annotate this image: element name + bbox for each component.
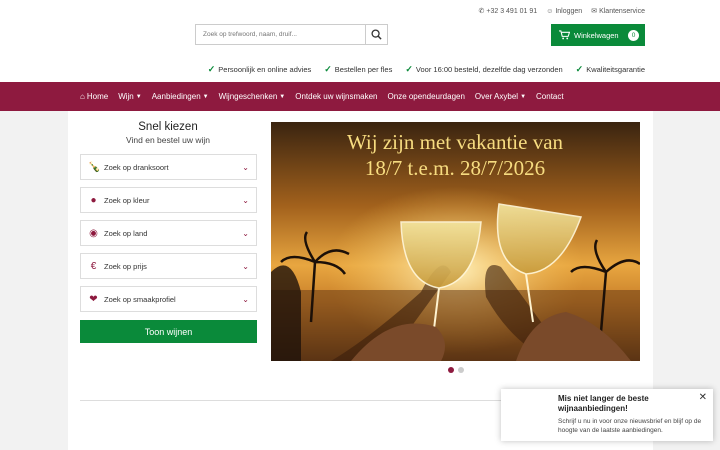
drop-icon: ●: [90, 194, 97, 206]
euro-icon: €: [90, 260, 97, 272]
hero-banner[interactable]: Wij zijn met vakantie van 18/7 t.e.m. 28…: [271, 122, 640, 361]
globe-icon: ◉: [89, 227, 98, 239]
chevron-down-icon: ⌄: [242, 195, 249, 205]
carousel-dots: [448, 367, 464, 373]
nav-wijngeschenken[interactable]: Wijngeschenken ▼: [219, 92, 286, 101]
quick-select-title: Snel kiezen: [138, 121, 198, 133]
carousel-dot[interactable]: [448, 367, 454, 373]
cart-icon: [559, 30, 570, 40]
login-link[interactable]: ☺ Inloggen: [546, 7, 582, 15]
search-input[interactable]: [196, 25, 365, 44]
filter-kleur[interactable]: ● Zoek op kleur ⌄: [80, 187, 257, 213]
nav-opendeurdagen[interactable]: Onze opendeurdagen: [388, 92, 465, 101]
banner-line-2: 18/7 t.e.m. 28/7/2026: [365, 156, 545, 180]
nav-over[interactable]: Over Axybel ▼: [475, 92, 526, 101]
chevron-down-icon: ▼: [279, 93, 286, 100]
chevron-down-icon: ▼: [135, 93, 142, 100]
usp-item: ✓ Bestellen per fles: [324, 64, 393, 74]
chevron-down-icon: ⌄: [242, 228, 249, 238]
service-link[interactable]: ✉ Klantenservice: [591, 7, 645, 16]
filter-prijs[interactable]: € Zoek op prijs ⌄: [80, 253, 257, 279]
check-icon: ✓: [324, 64, 332, 74]
chevron-down-icon: ▼: [520, 93, 527, 100]
search-bar: [195, 24, 388, 45]
cart-button[interactable]: Winkelwagen 0: [551, 24, 645, 46]
check-icon: ✓: [405, 64, 413, 74]
chat-icon: ✉: [591, 8, 598, 15]
filter-land[interactable]: ◉ Zoek op land ⌄: [80, 220, 257, 246]
close-icon[interactable]: ✕: [699, 392, 707, 403]
main-nav: ⌂ Home Wijn ▼ Aanbiedingen ▼ Wijngeschenken…: [0, 82, 720, 111]
check-icon: ✓: [575, 64, 584, 74]
chevron-down-icon: ▼: [202, 93, 209, 100]
cart-count-badge: 0: [628, 29, 639, 41]
popup-title: Mis niet langer de beste wijnaanbiedinge…: [558, 394, 649, 413]
user-icon: ☺: [546, 7, 554, 15]
usp-item: ✓ Persoonlijk en online advies: [207, 64, 312, 74]
usp-item: ✓ Voor 16:00 besteld, dezelfde dag verzon…: [405, 64, 563, 74]
filter-dranksoort[interactable]: 🍾 Zoek op dranksoort ⌄: [80, 154, 257, 180]
nav-home[interactable]: ⌂ Home: [80, 92, 108, 101]
home-icon: ⌂: [80, 92, 85, 101]
filter-smaakprofiel[interactable]: ❤ Zoek op smaakprofiel ⌄: [80, 286, 257, 312]
chevron-down-icon: ⌄: [242, 261, 249, 271]
show-wines-button[interactable]: Toon wijnen: [80, 320, 257, 343]
chevron-down-icon: ⌄: [242, 294, 249, 304]
chevron-down-icon: ⌄: [242, 162, 249, 172]
usp-item: ✓ Kwaliteitsgarantie: [575, 64, 645, 74]
usp-bar: ✓ Persoonlijk en online advies ✓ Bestellen…: [208, 64, 645, 75]
popup-text: Schrijf u nu in voor onze nieuwsbrief en…: [558, 418, 702, 434]
hero-image: Wij zijn met vakantie van 18/7 t.e.m. 28…: [271, 122, 640, 361]
phone-icon: ✆: [478, 8, 485, 15]
quick-select-subtitle: Vind en bestel uw wijn: [126, 135, 210, 145]
search-button[interactable]: [365, 25, 387, 44]
nav-wijn[interactable]: Wijn ▼: [118, 92, 142, 101]
utility-bar: ✆ +32 3 491 01 91 ☺ Inloggen ✉ Klantenservi…: [478, 7, 646, 16]
carousel-dot[interactable]: [458, 367, 464, 373]
nav-contact[interactable]: Contact: [536, 92, 564, 101]
check-icon: ✓: [207, 64, 216, 74]
phone-link[interactable]: ✆ +32 3 491 01 91: [478, 7, 538, 16]
newsletter-popup[interactable]: Mis niet langer de beste wijnaanbiedinge…: [501, 389, 713, 441]
banner-line-1: Wij zijn met vakantie van: [347, 130, 564, 154]
glasses-icon: ❤: [89, 293, 98, 305]
nav-aanbiedingen[interactable]: Aanbiedingen ▼: [152, 92, 209, 101]
header: ✆ +32 3 491 01 91 ☺ Inloggen ✉ Klantenservi…: [0, 0, 720, 82]
nav-ontdek[interactable]: Ontdek uw wijnsmaken: [295, 92, 377, 101]
search-icon: [371, 29, 382, 40]
bottle-icon: 🍾: [88, 161, 101, 173]
cart-label: Winkelwagen: [574, 30, 619, 40]
